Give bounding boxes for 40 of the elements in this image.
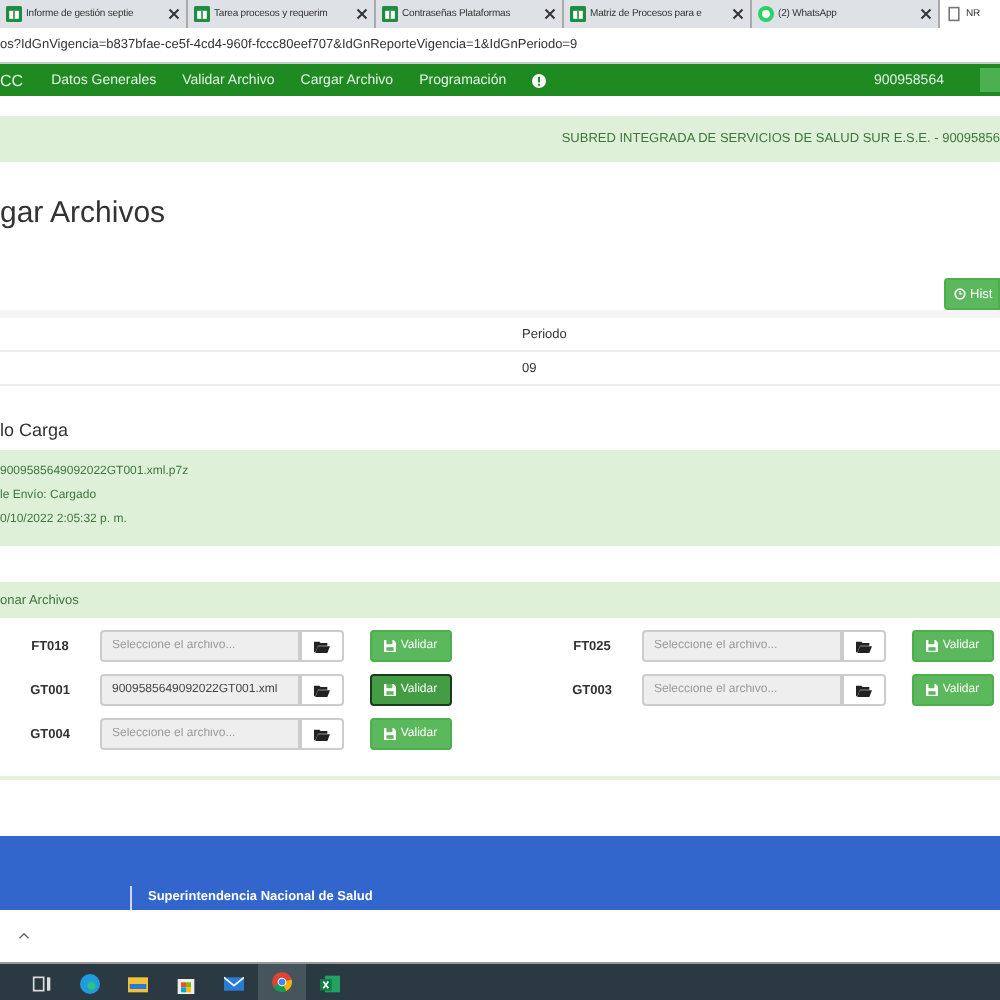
- folder-icon: [856, 639, 872, 653]
- spreadsheet-icon: [194, 6, 210, 22]
- brand-text[interactable]: CC: [0, 71, 24, 89]
- close-icon[interactable]: [920, 8, 932, 20]
- save-icon: [384, 728, 397, 740]
- clock-icon: [954, 288, 966, 300]
- close-icon[interactable]: [168, 8, 180, 20]
- help-icon[interactable]: [532, 73, 547, 87]
- folder-icon: [314, 727, 330, 741]
- spreadsheet-icon: [382, 6, 398, 22]
- browser-icon: [80, 973, 100, 993]
- save-icon: [926, 640, 939, 652]
- spreadsheet-icon: [570, 6, 586, 22]
- section-title: lo Carga: [0, 420, 71, 440]
- page-title: gar Archivos: [0, 196, 168, 232]
- save-icon: [926, 684, 939, 696]
- browse-button[interactable]: [300, 674, 344, 706]
- folder-icon: [314, 683, 330, 697]
- task-view-icon: [32, 973, 52, 993]
- taskbar-app[interactable]: [258, 964, 306, 1000]
- close-icon[interactable]: [544, 8, 556, 20]
- close-icon[interactable]: [732, 8, 744, 20]
- spreadsheet-icon: [6, 6, 22, 22]
- browse-button[interactable]: [842, 674, 886, 706]
- folder-icon: [314, 639, 330, 653]
- mail-icon: [224, 973, 244, 993]
- spreadsheet-icon: [320, 973, 340, 993]
- browse-button[interactable]: [842, 630, 886, 662]
- folder-icon: [128, 973, 148, 993]
- close-icon[interactable]: [356, 8, 368, 20]
- browse-button[interactable]: [300, 718, 344, 750]
- folder-icon: [856, 683, 872, 697]
- browse-button[interactable]: [300, 630, 344, 662]
- browser-icon: [272, 972, 292, 992]
- chat-icon: [758, 6, 774, 22]
- caret-icon[interactable]: [18, 932, 30, 940]
- save-icon: [384, 640, 397, 652]
- save-icon: [384, 684, 397, 696]
- store-bag-icon: [176, 973, 196, 993]
- page-icon: [946, 6, 962, 22]
